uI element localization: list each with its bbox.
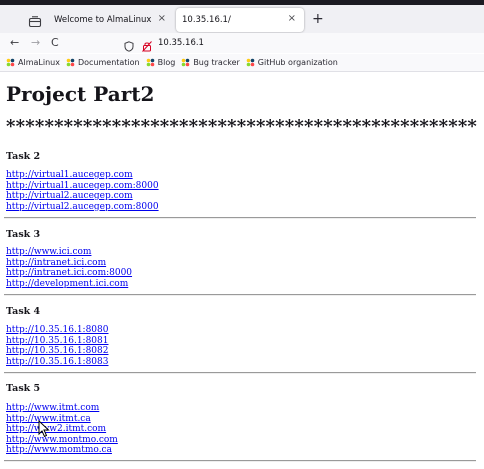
back-button[interactable]: ←: [10, 36, 19, 49]
task-link[interactable]: http://intranet.ici.com: [6, 258, 106, 269]
mouse-pointer-icon: [38, 420, 50, 438]
tab-title: 10.35.16.1/: [182, 15, 231, 25]
page-content: Project Part2 **************************…: [0, 72, 484, 469]
url-text[interactable]: 10.35.16.1: [158, 38, 204, 48]
bookmark-label: GitHub organization: [257, 58, 338, 67]
task-link[interactable]: http://www2.itmt.com: [6, 424, 106, 435]
task-link[interactable]: http://www.itmt.com: [6, 403, 99, 414]
bookmark-label: Blog: [157, 58, 176, 67]
task-heading: Task 2: [6, 151, 41, 162]
tab-strip: Welcome to AlmaLinux × 10.35.16.1/ × +: [0, 5, 484, 33]
task-heading: Task 5: [6, 383, 41, 394]
divider: [4, 294, 476, 296]
task-link[interactable]: http://virtual1.aucegep.com:8000: [6, 181, 159, 192]
task-link[interactable]: http://intranet.ici.com:8000: [6, 268, 132, 279]
almalinux-logo-icon: [246, 58, 255, 67]
task-heading: Task 3: [6, 229, 41, 240]
divider: [4, 217, 476, 219]
bookmark-label: Documentation: [77, 58, 140, 67]
task-link[interactable]: http://10.35.16.1:8082: [6, 346, 109, 357]
close-icon[interactable]: ×: [288, 13, 296, 24]
bookmark-bug-tracker[interactable]: Bug tracker: [181, 58, 240, 67]
reload-button[interactable]: C: [51, 36, 59, 49]
task-link[interactable]: http://10.35.16.1:8083: [6, 357, 109, 368]
page-title: Project Part2: [6, 82, 155, 106]
new-tab-button[interactable]: +: [312, 11, 324, 27]
task-link[interactable]: http://www.momtmo.ca: [6, 445, 112, 456]
task-link[interactable]: http://www.ici.com: [6, 247, 91, 258]
tab-active[interactable]: 10.35.16.1/ ×: [176, 8, 304, 32]
bookmark-label: Bug tracker: [193, 58, 240, 67]
task-link[interactable]: http://10.35.16.1:8081: [6, 336, 109, 347]
divider: [4, 372, 476, 374]
task-link[interactable]: http://virtual2.aucegep.com:8000: [6, 202, 159, 213]
tab-title: Welcome to AlmaLinux: [54, 15, 152, 25]
task-link[interactable]: http://10.35.16.1:8080: [6, 325, 109, 336]
task-link[interactable]: http://development.ici.com: [6, 279, 128, 290]
task-heading: Task 4: [6, 306, 41, 317]
stars-divider: ****************************************…: [6, 116, 478, 137]
almalinux-logo-icon: [66, 58, 75, 67]
bookmark-label: AlmaLinux: [18, 58, 60, 67]
bookmarks-toolbar: AlmaLinux Documentation Blog Bug tracker…: [0, 54, 484, 72]
bookmark-github[interactable]: GitHub organization: [246, 58, 338, 67]
almalinux-logo-icon: [146, 58, 154, 67]
task-link[interactable]: http://virtual1.aucegep.com: [6, 170, 133, 181]
forward-button[interactable]: →: [31, 36, 40, 49]
bookmark-almalinux[interactable]: AlmaLinux: [6, 58, 60, 67]
navigation-bar: ← → C 10.35.16.1: [0, 33, 484, 53]
task-link[interactable]: http://virtual2.aucegep.com: [6, 191, 133, 202]
bookmark-blog[interactable]: Blog: [146, 58, 176, 67]
task-link[interactable]: http://www.montmo.com: [6, 435, 118, 446]
bookmark-documentation[interactable]: Documentation: [66, 58, 140, 67]
divider: [4, 460, 476, 462]
almalinux-logo-icon: [182, 58, 190, 67]
almalinux-logo-icon: [6, 58, 15, 67]
close-icon[interactable]: ×: [158, 13, 166, 24]
url-bar[interactable]: 10.35.16.1: [120, 35, 370, 52]
tab-welcome[interactable]: Welcome to AlmaLinux ×: [44, 8, 174, 32]
list-all-tabs-icon[interactable]: [28, 13, 42, 28]
